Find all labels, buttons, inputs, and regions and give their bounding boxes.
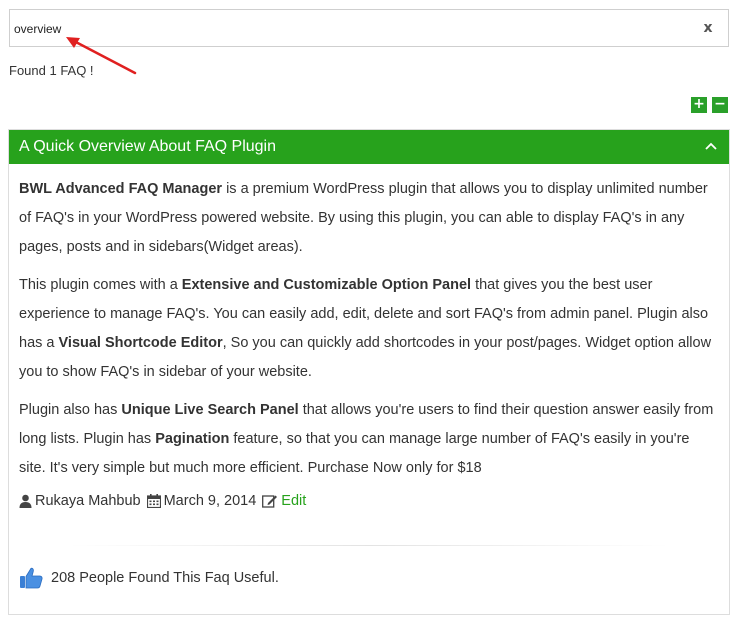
paragraph-text: Plugin also has — [19, 402, 122, 418]
user-icon — [19, 494, 32, 508]
close-icon: x — [703, 20, 713, 36]
bold-text: Visual Shortcode Editor — [58, 335, 223, 351]
faq-item: A Quick Overview About FAQ Plugin BWL Ad… — [8, 129, 730, 615]
edit-icon — [262, 495, 278, 508]
paragraph-text: This plugin comes with a — [19, 277, 182, 293]
results-count: Found 1 FAQ ! — [9, 63, 94, 78]
minus-icon: − — [714, 96, 726, 112]
bold-text: Pagination — [155, 431, 230, 447]
faq-meta: Rukaya Mahbub March 9, 2014 Edit — [19, 493, 306, 509]
bold-text: Unique Live Search Panel — [121, 402, 299, 418]
clear-search-button[interactable]: x — [700, 19, 716, 37]
divider — [69, 545, 669, 546]
useful-rating: 208 People Found This Faq Useful. — [19, 567, 279, 589]
calendar-icon — [146, 494, 161, 508]
answer-paragraph-2: This plugin comes with a Extensive and C… — [19, 271, 719, 387]
author-name: Rukaya Mahbub — [35, 493, 141, 509]
answer-paragraph-1: BWL Advanced FAQ Manager is a premium Wo… — [19, 175, 719, 262]
useful-count-text: 208 People Found This Faq Useful. — [51, 570, 279, 586]
thumbs-up-icon[interactable] — [19, 567, 43, 589]
plus-icon: + — [693, 96, 705, 112]
answer-paragraph-3: Plugin also has Unique Live Search Panel… — [19, 396, 719, 483]
post-date: March 9, 2014 — [163, 493, 257, 509]
edit-link[interactable]: Edit — [281, 493, 306, 509]
bold-text: Extensive and Customizable Option Panel — [181, 277, 472, 293]
faq-header[interactable]: A Quick Overview About FAQ Plugin — [9, 130, 729, 164]
faq-answer: BWL Advanced FAQ Manager is a premium Wo… — [19, 175, 719, 492]
expand-all-button[interactable]: + — [691, 97, 707, 113]
bold-text: BWL Advanced FAQ Manager — [19, 181, 223, 197]
collapse-all-button[interactable]: − — [712, 97, 728, 113]
faq-title: A Quick Overview About FAQ Plugin — [19, 138, 277, 155]
chevron-up-icon — [705, 142, 717, 150]
